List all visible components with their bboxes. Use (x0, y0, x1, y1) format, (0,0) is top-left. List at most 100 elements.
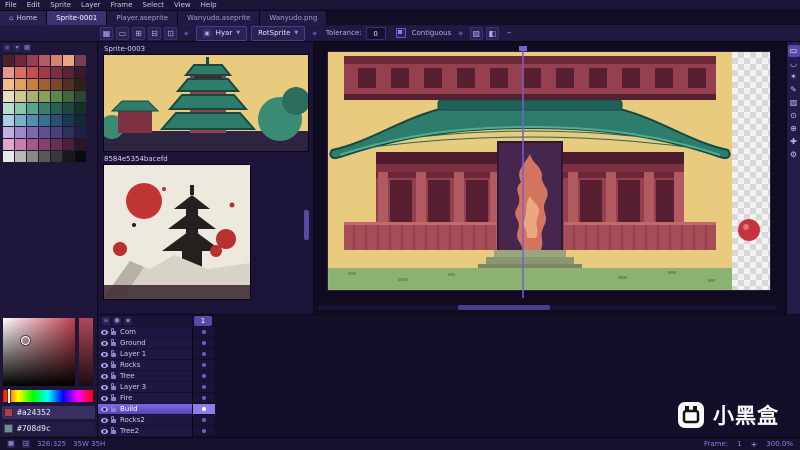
hue-cursor[interactable] (8, 389, 10, 403)
palette-swatch[interactable] (3, 103, 14, 114)
value-strip[interactable] (79, 318, 93, 386)
palette-swatch[interactable] (39, 115, 50, 126)
palette-swatch[interactable] (3, 151, 14, 162)
grid-icon[interactable]: ▦ (100, 26, 113, 40)
lock-icon[interactable] (111, 394, 116, 401)
palette-swatch[interactable] (27, 115, 38, 126)
background-color-row[interactable]: #708d9c (2, 422, 95, 435)
palette-swatch[interactable] (63, 139, 74, 150)
palette-swatch[interactable] (15, 55, 26, 66)
palette-swatch[interactable] (39, 67, 50, 78)
magic-wand-tool-icon[interactable]: ✶ (788, 71, 800, 83)
visibility-icon[interactable] (101, 384, 108, 390)
cel-cell[interactable] (193, 327, 215, 338)
menu-help[interactable]: Help (201, 1, 217, 9)
cel-cell[interactable] (193, 426, 215, 437)
palette-swatch[interactable] (15, 115, 26, 126)
saturation-value-picker[interactable] (3, 318, 75, 386)
palette-swatch[interactable] (63, 91, 74, 102)
palette-swatch[interactable] (63, 127, 74, 138)
panel-scrollbar[interactable] (304, 210, 309, 240)
layer-row-fire[interactable]: Fire (98, 393, 192, 404)
cel-cell[interactable] (193, 338, 215, 349)
cel-cell[interactable] (193, 371, 215, 382)
lasso-tool-icon[interactable]: ◡ (788, 58, 800, 70)
palette-swatch[interactable] (27, 139, 38, 150)
menu-select[interactable]: Select (142, 1, 164, 9)
palette-swatch[interactable] (75, 55, 86, 66)
lock-icon[interactable] (111, 339, 116, 346)
palette-swatch[interactable] (75, 67, 86, 78)
lock-icon[interactable] (111, 350, 116, 357)
palette-swatch[interactable] (15, 79, 26, 90)
palette-swatch[interactable] (3, 67, 14, 78)
palette-swatch[interactable] (15, 139, 26, 150)
palette-swatch[interactable] (27, 91, 38, 102)
eyedropper-tool-icon[interactable]: ⊙ (788, 110, 800, 122)
palette-swatch[interactable] (51, 55, 62, 66)
palette-sort-icon[interactable]: ▾ (13, 44, 21, 52)
palette-swatch[interactable] (39, 127, 50, 138)
layer-row-tree2[interactable]: Tree2 (98, 426, 192, 437)
tab-file-0[interactable]: Sprite-0001 (47, 11, 108, 25)
palette-swatch[interactable] (51, 151, 62, 162)
palette-swatch[interactable] (51, 79, 62, 90)
palette-swatch[interactable] (3, 139, 14, 150)
background-color-swatch[interactable] (4, 424, 13, 433)
palette-swatch[interactable] (39, 91, 50, 102)
slice-toggle-icon[interactable]: ◲ (22, 440, 30, 448)
visibility-icon[interactable] (101, 340, 108, 346)
lock-icon[interactable] (111, 372, 116, 379)
visibility-icon[interactable] (101, 351, 108, 357)
menu-edit[interactable]: Edit (27, 1, 41, 9)
palette-swatch[interactable] (63, 79, 74, 90)
palette-swatch[interactable] (3, 91, 14, 102)
palette-swatch[interactable] (15, 67, 26, 78)
menu-sprite[interactable]: Sprite (50, 1, 71, 9)
pixel-perfect-icon[interactable]: ▨ (469, 26, 483, 40)
scrollbar-thumb[interactable] (458, 305, 550, 310)
palette-swatch[interactable] (39, 151, 50, 162)
visibility-column-icon[interactable]: ● (113, 317, 121, 325)
tab-file-1[interactable]: Player.aseprite (107, 11, 179, 25)
palette-swatch[interactable] (3, 55, 14, 66)
picker-cursor[interactable] (21, 336, 30, 345)
palette-swatch[interactable] (51, 115, 62, 126)
palette-swatch[interactable] (75, 115, 86, 126)
lock-icon[interactable] (111, 361, 116, 368)
cel-cell[interactable] (193, 349, 215, 360)
palette-swatch[interactable] (63, 67, 74, 78)
cel-cell[interactable] (193, 382, 215, 393)
palette-swatch[interactable] (51, 67, 62, 78)
palette-swatch[interactable] (3, 79, 14, 90)
palette-swatch[interactable] (51, 103, 62, 114)
palette-swatch[interactable] (15, 103, 26, 114)
timeline-menu-icon[interactable]: ≡ (102, 317, 110, 325)
reference-thumbnail-ink[interactable] (103, 164, 251, 300)
palette-swatch[interactable] (27, 103, 38, 114)
move-tool-icon[interactable]: ✚ (788, 136, 800, 148)
layer-row-tree[interactable]: Tree (98, 371, 192, 382)
reference-thumbnail-pagoda[interactable] (103, 54, 309, 152)
palette-swatch[interactable] (39, 55, 50, 66)
palette-swatch[interactable] (51, 127, 62, 138)
palette-swatch[interactable] (75, 91, 86, 102)
tab-file-3[interactable]: Wanyudo.png (260, 11, 328, 25)
palette-swatch[interactable] (27, 55, 38, 66)
palette-swatch[interactable] (27, 127, 38, 138)
pencil-tool-icon[interactable]: ✎ (788, 84, 800, 96)
visibility-icon[interactable] (101, 417, 108, 423)
palette-swatch[interactable] (39, 79, 50, 90)
settings-tool-icon[interactable]: ⚙ (788, 149, 800, 161)
layer-row-rocks2[interactable]: Rocks2 (98, 415, 192, 426)
tab-file-2[interactable]: Wanyudo.aseprite (178, 11, 261, 25)
palette-swatch[interactable] (15, 127, 26, 138)
lock-icon[interactable] (111, 427, 116, 434)
foreground-color-swatch[interactable] (4, 408, 13, 417)
visibility-icon[interactable] (101, 406, 108, 412)
palette-swatch[interactable] (27, 151, 38, 162)
frame-header[interactable]: 1 (194, 316, 212, 326)
palette-swatch[interactable] (75, 139, 86, 150)
rotation-dropdown[interactable]: RotSprite ▼ (251, 25, 306, 41)
tolerance-input[interactable]: 0 (365, 26, 386, 40)
